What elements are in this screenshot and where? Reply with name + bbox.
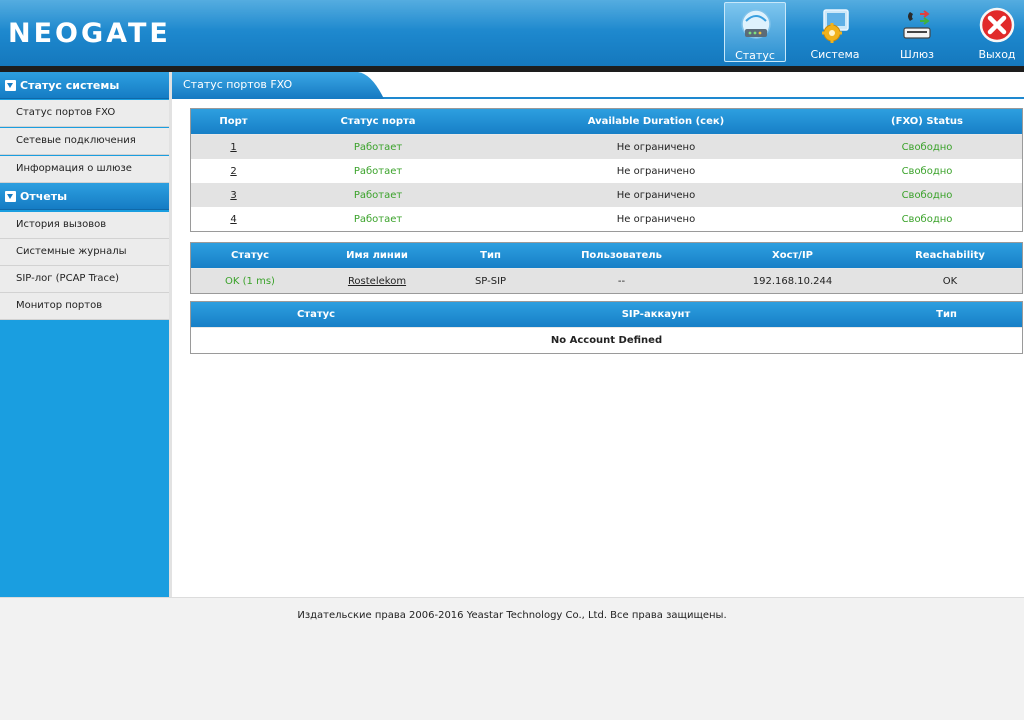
- fxo-status-cell: Свободно: [901, 165, 953, 177]
- port-status-cell: Работает: [353, 165, 403, 177]
- sidebar-section-label: Статус системы: [20, 79, 120, 92]
- gateway-phone-icon: [903, 10, 931, 39]
- nav-exit-button[interactable]: Выход: [966, 2, 1024, 62]
- column-header: Порт: [191, 109, 276, 135]
- sidebar-section-system-status[interactable]: Статус системы: [0, 72, 169, 99]
- nav-gateway-button[interactable]: Шлюз: [886, 2, 948, 62]
- nav-system-button[interactable]: Система: [804, 2, 866, 62]
- port-link[interactable]: 4: [230, 214, 236, 225]
- duration-cell: Не ограничено: [480, 134, 832, 159]
- port-status-cell: Работает: [353, 213, 403, 225]
- sidebar-item-system-logs[interactable]: Системные журналы: [0, 239, 169, 266]
- trunk-user-cell: --: [536, 268, 707, 293]
- duration-cell: Не ограничено: [616, 165, 696, 177]
- column-header: Reachability: [878, 243, 1022, 269]
- content-tab-bar: Статус портов FXO: [172, 72, 1024, 99]
- copyright-text: Издательские права 2006-2016 Yeastar Tec…: [297, 610, 727, 621]
- table-header-row: Статус SIP-аккаунт Тип: [191, 302, 1022, 328]
- fxo-port-table: Порт Статус порта Available Duration (се…: [190, 108, 1023, 232]
- column-header: (FXO) Status: [832, 109, 1022, 135]
- empty-table-message: No Account Defined: [550, 335, 663, 346]
- sidebar: Статус системы Статус портов FXO Сетевые…: [0, 72, 169, 597]
- sidebar-item-port-monitor[interactable]: Монитор портов: [0, 293, 169, 320]
- trunk-status-cell: OK (1 ms): [191, 268, 309, 293]
- neogate-logo: NEOGATE: [8, 18, 171, 49]
- trunk-status-table: Статус Имя линии Тип Пользователь Хост/I…: [190, 242, 1023, 294]
- trunk-host-cell: 192.168.10.244: [707, 268, 878, 293]
- column-header: SIP-аккаунт: [441, 302, 871, 328]
- system-gear-icon: [822, 9, 849, 43]
- table-header-row: Статус Имя линии Тип Пользователь Хост/I…: [191, 243, 1022, 269]
- column-header: Available Duration (сек): [480, 109, 832, 135]
- sidebar-item-network-connections[interactable]: Сетевые подключения: [0, 128, 169, 155]
- column-header: Тип: [445, 243, 536, 269]
- collapse-triangle-icon: [5, 80, 16, 91]
- sidebar-item-fxo-port-status[interactable]: Статус портов FXO: [0, 100, 169, 127]
- nav-system-label: Система: [810, 48, 860, 61]
- footer: Издательские права 2006-2016 Yeastar Tec…: [0, 597, 1024, 720]
- table-header-row: Порт Статус порта Available Duration (се…: [191, 109, 1022, 135]
- page-title: Статус портов FXO: [183, 78, 293, 91]
- table-row: OK (1 ms) Rostelekom SP-SIP -- 192.168.1…: [191, 268, 1022, 293]
- table-row: 4 Работает Не ограничено Свободно: [191, 207, 1022, 231]
- main-content: Статус портов FXO Порт Статус порта Avai…: [172, 72, 1024, 597]
- table-row: 2 Работает Не ограничено Свободно: [191, 159, 1022, 183]
- port-status-cell: Работает: [276, 134, 480, 159]
- duration-cell: Не ограничено: [480, 183, 832, 207]
- port-link[interactable]: 3: [230, 190, 236, 201]
- sidebar-item-sip-log[interactable]: SIP-лог (PCAP Trace): [0, 266, 169, 293]
- fxo-status-cell: Свободно: [832, 183, 1022, 207]
- table-row: No Account Defined: [191, 328, 1022, 354]
- trunk-name-link[interactable]: Rostelekom: [348, 276, 406, 287]
- port-status-cell: Работает: [276, 183, 480, 207]
- port-link[interactable]: 2: [230, 166, 236, 177]
- table-row: 3 Работает Не ограничено Свободно: [191, 183, 1022, 207]
- port-link[interactable]: 1: [230, 142, 236, 153]
- nav-status-label: Статус: [735, 49, 775, 62]
- top-header: NEOGATE Статус Система Шлюз Выход: [0, 0, 1024, 66]
- duration-cell: Не ограничено: [616, 213, 696, 225]
- exit-close-icon: [979, 7, 1015, 43]
- column-header: Статус: [191, 243, 309, 269]
- collapse-triangle-icon: [5, 191, 16, 202]
- nav-exit-label: Выход: [978, 48, 1016, 61]
- trunk-reachability-cell: OK: [878, 268, 1022, 293]
- status-router-icon: [741, 9, 771, 39]
- column-header: Имя линии: [309, 243, 445, 269]
- column-header: Статус порта: [276, 109, 480, 135]
- tab-fxo-port-status: Статус портов FXO: [172, 72, 384, 99]
- table-row: 1 Работает Не ограничено Свободно: [191, 134, 1022, 159]
- column-header: Пользователь: [536, 243, 707, 269]
- sidebar-item-call-history[interactable]: История вызовов: [0, 212, 169, 239]
- fxo-status-cell: Свободно: [901, 213, 953, 225]
- sip-account-table: Статус SIP-аккаунт Тип No Account Define…: [190, 301, 1023, 354]
- fxo-status-cell: Свободно: [832, 134, 1022, 159]
- nav-gateway-label: Шлюз: [900, 48, 934, 61]
- sidebar-section-reports[interactable]: Отчеты: [0, 183, 169, 210]
- sidebar-section-label: Отчеты: [20, 190, 68, 203]
- sidebar-item-gateway-info[interactable]: Информация о шлюзе: [0, 156, 169, 183]
- column-header: Статус: [191, 302, 441, 328]
- column-header: Тип: [871, 302, 1022, 328]
- nav-status-button[interactable]: Статус: [724, 2, 786, 62]
- trunk-type-cell: SP-SIP: [445, 268, 536, 293]
- column-header: Хост/IP: [707, 243, 878, 269]
